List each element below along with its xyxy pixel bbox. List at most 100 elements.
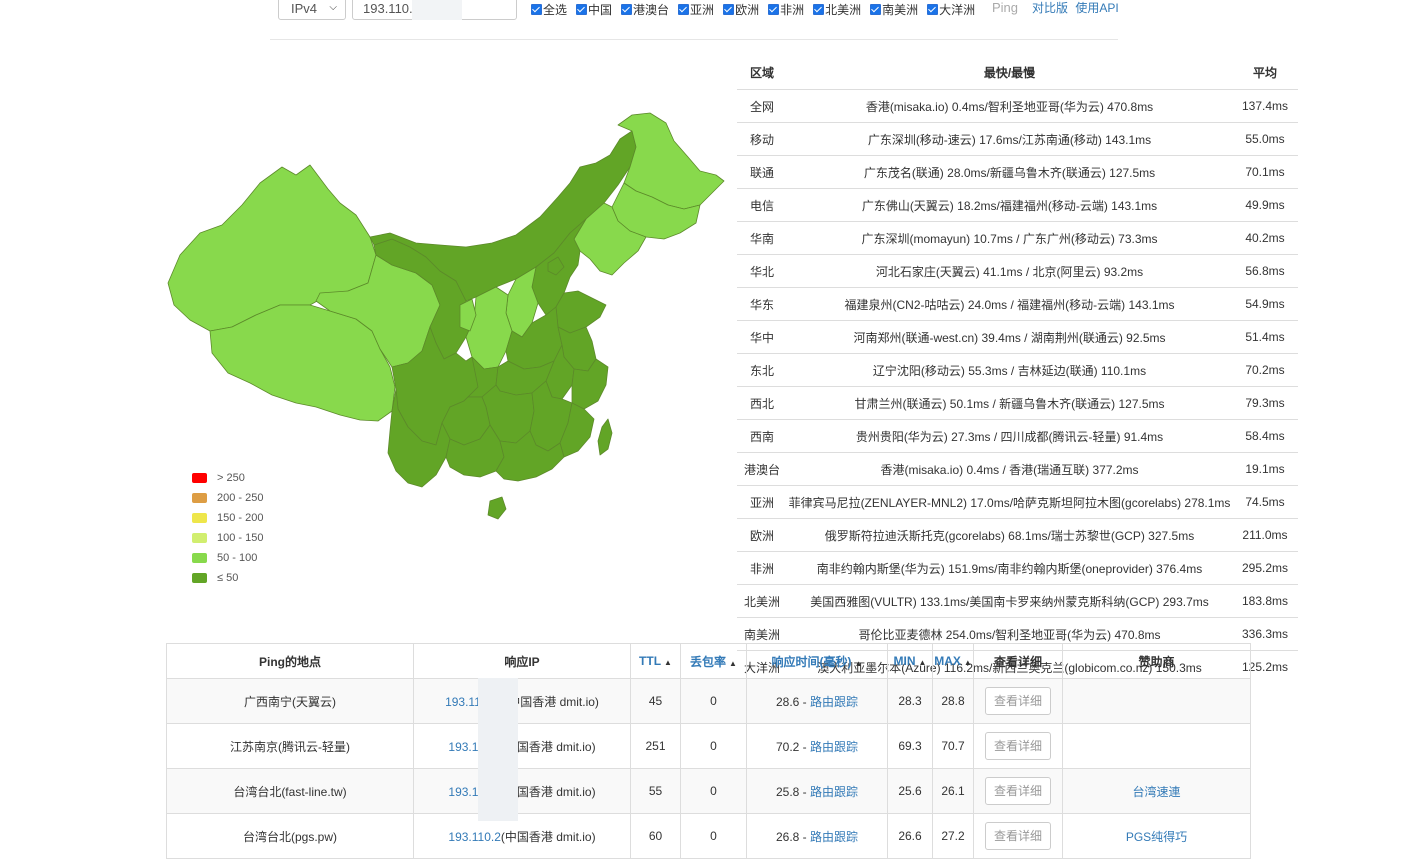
region-checkbox[interactable]: 大洋洲 bbox=[927, 0, 975, 18]
legend-label: 50 - 100 bbox=[217, 552, 258, 564]
col-header-time: 响应时间(毫秒) bbox=[771, 654, 852, 669]
sort-loss[interactable]: 丢包率 ▲︎ bbox=[680, 643, 747, 679]
region-checkbox[interactable]: 南美洲 bbox=[870, 0, 918, 18]
checkbox-checked-icon[interactable] bbox=[768, 3, 780, 15]
average-latency: 211.0ms bbox=[1232, 518, 1298, 552]
sort-icon: ▲︎ bbox=[918, 658, 927, 667]
region-checkbox[interactable]: 北美洲 bbox=[813, 0, 861, 18]
checkbox-checked-icon[interactable] bbox=[576, 3, 588, 15]
region-checkbox[interactable]: 全选 bbox=[531, 0, 567, 18]
table-row: 非洲 南非约翰内斯堡(华为云) 151.9ms/南非约翰内斯堡(oneprovid… bbox=[737, 551, 1298, 585]
min-value: 28.3 bbox=[887, 678, 933, 724]
trace-route-link[interactable]: 路由跟踪 bbox=[810, 740, 858, 754]
region-checkbox[interactable]: 非洲 bbox=[768, 0, 804, 18]
sort-max[interactable]: MAX ▲︎ bbox=[932, 643, 974, 679]
sponsor-link[interactable]: PGS纯得巧 bbox=[1126, 830, 1187, 844]
fastest-slowest: 广东深圳(移动-速云) 17.6ms/江苏南通(移动) 143.1ms bbox=[787, 122, 1232, 156]
region-checkbox[interactable]: 港澳台 bbox=[621, 0, 669, 18]
sponsor-cell bbox=[1062, 678, 1251, 724]
legend-label: > 250 bbox=[217, 472, 245, 484]
ip-redaction-mask bbox=[478, 678, 518, 821]
legend-swatch bbox=[192, 533, 207, 543]
table-row: 华东 福建泉州(CN2-咕咕云) 24.0ms / 福建福州(移动-云端) 143… bbox=[737, 287, 1298, 321]
trace-route-link[interactable]: 路由跟踪 bbox=[810, 695, 858, 709]
ttl-value: 60 bbox=[630, 813, 681, 859]
region-checkbox[interactable]: 欧洲 bbox=[723, 0, 759, 18]
region-name: 港澳台 bbox=[737, 452, 787, 486]
divider bbox=[270, 39, 1118, 40]
response-time-value: 26.8 bbox=[775, 829, 800, 844]
sort-time[interactable]: 响应时间(毫秒) ▲︎ bbox=[746, 643, 888, 679]
fastest-slowest: 俄罗斯符拉迪沃斯托克(gcorelabs) 68.1ms/瑞士苏黎世(GCP) … bbox=[787, 518, 1232, 552]
legend-label: ≤ 50 bbox=[217, 572, 239, 584]
region-checkbox[interactable]: 中国 bbox=[576, 0, 612, 18]
sponsor-cell: 台湾速連 bbox=[1062, 768, 1251, 814]
compare-version-link[interactable]: 对比版 bbox=[1032, 1, 1068, 15]
separator: - bbox=[799, 739, 810, 754]
fastest-slowest: 河北石家庄(天翼云) 41.1ms / 北京(阿里云) 93.2ms bbox=[787, 254, 1232, 288]
checkbox-checked-icon[interactable] bbox=[870, 3, 882, 15]
col-header-details: 查看详细 bbox=[973, 643, 1063, 679]
response-time: 70.2 - 路由跟踪 bbox=[746, 723, 888, 769]
legend-label: 200 - 250 bbox=[217, 492, 264, 504]
trace-route-link[interactable]: 路由跟踪 bbox=[810, 830, 858, 844]
average-latency: 40.2ms bbox=[1232, 221, 1298, 255]
view-details-button[interactable]: 查看详细 bbox=[984, 777, 1051, 805]
region-name: 东北 bbox=[737, 353, 787, 387]
table-row: 华南 广东深圳(momayun) 10.7ms / 广东广州(移动云) 73.3m… bbox=[737, 221, 1298, 255]
chevron-down-icon: ⌵ bbox=[329, 2, 337, 13]
sponsor-link[interactable]: 台湾速連 bbox=[1132, 785, 1180, 799]
fastest-slowest: 福建泉州(CN2-咕咕云) 24.0ms / 福建福州(移动-云端) 143.1… bbox=[787, 287, 1232, 321]
separator: - bbox=[799, 694, 810, 709]
legend-item: 100 - 150 bbox=[192, 528, 263, 548]
region-name: 西南 bbox=[737, 419, 787, 453]
checkbox-checked-icon[interactable] bbox=[723, 3, 735, 15]
col-header-location: Ping的地点 bbox=[166, 643, 414, 679]
response-time: 28.6 - 路由跟踪 bbox=[746, 678, 888, 724]
col-header-response-ip: 响应IP bbox=[413, 643, 631, 679]
map-region-hainan bbox=[487, 496, 507, 520]
max-value: 28.8 bbox=[932, 678, 974, 724]
max-value: 26.1 bbox=[932, 768, 974, 814]
view-details-button[interactable]: 查看详细 bbox=[984, 732, 1051, 760]
ping-button[interactable]: Ping bbox=[992, 0, 1018, 15]
table-row: 移动 广东深圳(移动-速云) 17.6ms/江苏南通(移动) 143.1ms 55.… bbox=[737, 122, 1298, 156]
target-ip-value: 193.110. bbox=[363, 1, 413, 16]
view-details-button[interactable]: 查看详细 bbox=[984, 822, 1051, 850]
table-row: 台湾台北(pgs.pw) 193.110.2(中国香港 dmit.io) 60 0 26… bbox=[166, 813, 1251, 859]
col-header-loss: 丢包率 bbox=[690, 654, 727, 669]
ttl-value: 45 bbox=[630, 678, 681, 724]
sort-min[interactable]: MIN ▲︎ bbox=[887, 643, 933, 679]
average-latency: 70.2ms bbox=[1232, 353, 1298, 387]
table-row: 华北 河北石家庄(天翼云) 41.1ms / 北京(阿里云) 93.2ms 56.8… bbox=[737, 254, 1298, 288]
table-row: 江苏南京(腾讯云-轻量) 193.110.2(中国香港 dmit.io) 251 0 7… bbox=[166, 723, 1251, 769]
legend-item: 200 - 250 bbox=[192, 488, 263, 508]
checkbox-label: 亚洲 bbox=[690, 2, 715, 17]
col-header-region: 区域 bbox=[749, 65, 774, 80]
checkbox-checked-icon[interactable] bbox=[531, 3, 542, 15]
region-checkbox[interactable]: 亚洲 bbox=[678, 0, 714, 18]
checkbox-checked-icon[interactable] bbox=[621, 3, 633, 15]
api-link[interactable]: 使用API bbox=[1075, 1, 1118, 15]
fastest-slowest: 菲律宾马尼拉(ZENLAYER-MNL2) 17.0ms/哈萨克斯坦阿拉木图(g… bbox=[787, 485, 1232, 519]
response-time: 26.8 - 路由跟踪 bbox=[746, 813, 888, 859]
table-row: 广西南宁(天翼云) 193.110.21(中国香港 dmit.io) 45 0 28.6… bbox=[166, 678, 1251, 724]
region-name: 电信 bbox=[737, 188, 787, 222]
trace-route-link[interactable]: 路由跟踪 bbox=[810, 785, 858, 799]
checkbox-checked-icon[interactable] bbox=[927, 3, 939, 15]
checkbox-checked-icon[interactable] bbox=[678, 3, 690, 15]
checkbox-label: 非洲 bbox=[780, 2, 805, 17]
fastest-slowest: 广东茂名(联通) 28.0ms/新疆乌鲁木齐(联通云) 127.5ms bbox=[787, 155, 1232, 189]
sort-ttl[interactable]: TTL ▲︎ bbox=[630, 643, 681, 679]
response-ip-link[interactable]: 193.110.2 bbox=[448, 830, 501, 844]
ping-results-table: Ping的地点 响应IP TTL ▲︎ 丢包率 ▲︎ 响应时间(毫秒) ▲︎ MIN ▲… bbox=[166, 643, 1251, 859]
checkbox-checked-icon[interactable] bbox=[813, 3, 825, 15]
view-details-button[interactable]: 查看详细 bbox=[984, 687, 1051, 715]
average-latency: 56.8ms bbox=[1232, 254, 1298, 288]
average-latency: 51.4ms bbox=[1232, 320, 1298, 354]
ttl-value: 55 bbox=[630, 768, 681, 814]
ip-version-select[interactable]: IPv4 ⌵ bbox=[278, 0, 346, 20]
loss-value: 0 bbox=[680, 768, 747, 814]
col-header-sponsor: 赞助商 bbox=[1062, 643, 1251, 679]
sort-icon: ▲︎ bbox=[664, 658, 672, 667]
